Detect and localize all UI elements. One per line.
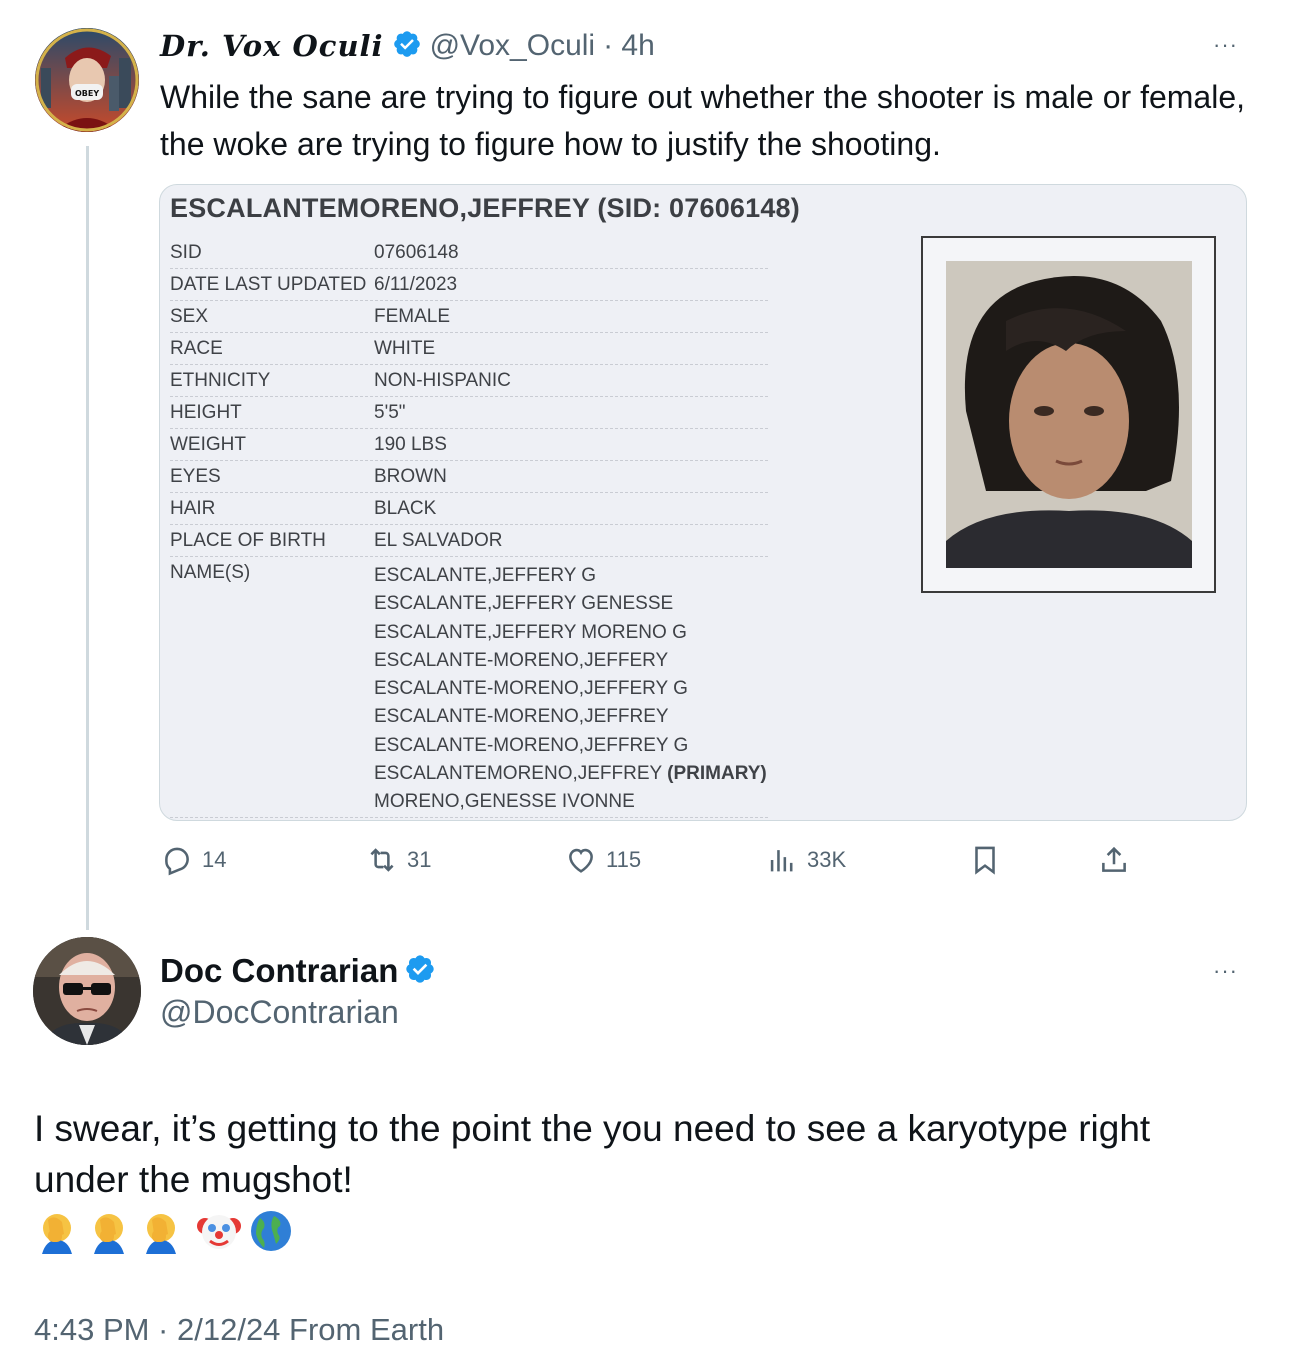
list-item: ESCALANTEMORENO,JEFFREY (PRIMARY): [374, 763, 767, 785]
record-row: RACE WHITE: [170, 333, 768, 365]
facepalm-emoji-icon: [86, 1208, 132, 1254]
list-item: ESCALANTE-MORENO,JEFFERY: [374, 649, 669, 671]
record-row: ETHNICITY NON-HISPANIC: [170, 365, 768, 397]
bookmark-button[interactable]: [968, 838, 1002, 882]
avatar[interactable]: [33, 937, 141, 1045]
record-title: ESCALANTEMORENO,JEFFREY (SID: 07606148): [170, 193, 800, 223]
verified-badge-icon: [404, 953, 436, 990]
mugshot-photo: [946, 261, 1192, 568]
tweet-text: While the sane are trying to figure out …: [160, 79, 1245, 162]
more-options-icon[interactable]: ···: [1213, 960, 1238, 982]
reply-icon: [165, 847, 189, 876]
names-list: ESCALANTE,JEFFERY G ESCALANTE,JEFFERY GE…: [374, 562, 768, 817]
like-button[interactable]: 115: [564, 838, 641, 882]
tweet-header: Doc Contrarian @DocContrarian: [160, 950, 436, 1031]
bookmark-icon: [975, 846, 995, 875]
display-name[interactable]: Dr. Vox Oculi: [160, 29, 384, 63]
media-card[interactable]: ESCALANTEMORENO,JEFFREY (SID: 07606148) …: [159, 184, 1247, 821]
clown-emoji-icon: [196, 1208, 242, 1254]
emoji-row: [34, 1208, 294, 1254]
heart-icon: [569, 848, 593, 873]
list-item: MORENO,GENESSE IVONNE: [374, 791, 635, 813]
record-row: DATE LAST UPDATED 6/11/2023: [170, 269, 768, 301]
record-row: SEX FEMALE: [170, 301, 768, 333]
display-name[interactable]: Doc Contrarian: [160, 952, 398, 990]
repost-count: 31: [407, 847, 432, 872]
post-timestamp[interactable]: 4:43 PM · 2/12/24 From Earth: [34, 1312, 444, 1348]
views-button[interactable]: 33K: [765, 838, 846, 882]
handle[interactable]: @DocContrarian: [160, 994, 436, 1031]
list-item: ESCALANTE,JEFFERY GENESSE: [374, 593, 674, 615]
reply-button[interactable]: 14: [160, 838, 226, 882]
verified-badge-icon: [392, 29, 422, 64]
thread-connector-line: [86, 146, 89, 930]
record-row: HEIGHT 5'5": [170, 397, 768, 429]
post-time[interactable]: · 4h: [603, 29, 655, 63]
reply-count: 14: [202, 847, 227, 872]
avatar[interactable]: OBEY: [35, 28, 139, 132]
list-item: ESCALANTE-MORENO,JEFFREY: [374, 706, 669, 728]
record-names-row: NAME(S) ESCALANTE,JEFFERY G ESCALANTE,JE…: [170, 557, 768, 818]
record-table: SID 07606148 DATE LAST UPDATED 6/11/2023 S…: [170, 237, 768, 818]
list-item: ESCALANTE,JEFFERY G: [374, 565, 597, 586]
repost-button[interactable]: 31: [365, 838, 431, 882]
record-row: SID 07606148: [170, 237, 768, 269]
share-button[interactable]: [1097, 838, 1131, 882]
record-row: HAIR BLACK: [170, 493, 768, 525]
mugshot-frame: [921, 236, 1216, 593]
facepalm-emoji-icon: [34, 1208, 80, 1254]
avatar-mask-text: OBEY: [75, 89, 99, 98]
tweet-header: Dr. Vox Oculi @Vox_Oculi · 4h: [160, 26, 655, 66]
list-item: ESCALANTE-MORENO,JEFFREY G: [374, 734, 689, 756]
globe-emoji-icon: [248, 1208, 294, 1254]
tweet-text: I swear, it’s getting to the point the y…: [34, 1108, 1151, 1200]
facepalm-emoji-icon: [138, 1208, 184, 1254]
share-icon: [1102, 846, 1126, 872]
record-row: EYES BROWN: [170, 461, 768, 493]
list-item: ESCALANTE-MORENO,JEFFERY G: [374, 678, 688, 700]
view-count: 33K: [807, 847, 847, 872]
like-count: 115: [606, 847, 642, 872]
repost-icon: [370, 848, 394, 872]
more-options-icon[interactable]: ···: [1213, 34, 1238, 56]
list-item: ESCALANTE,JEFFERY MORENO G: [374, 621, 687, 643]
handle[interactable]: @Vox_Oculi: [430, 29, 596, 63]
record-row: PLACE OF BIRTH EL SALVADOR: [170, 525, 768, 557]
analytics-icon: [770, 850, 793, 872]
record-row: WEIGHT 190 LBS: [170, 429, 768, 461]
action-bar: 14 31 115 33K: [160, 838, 1160, 882]
